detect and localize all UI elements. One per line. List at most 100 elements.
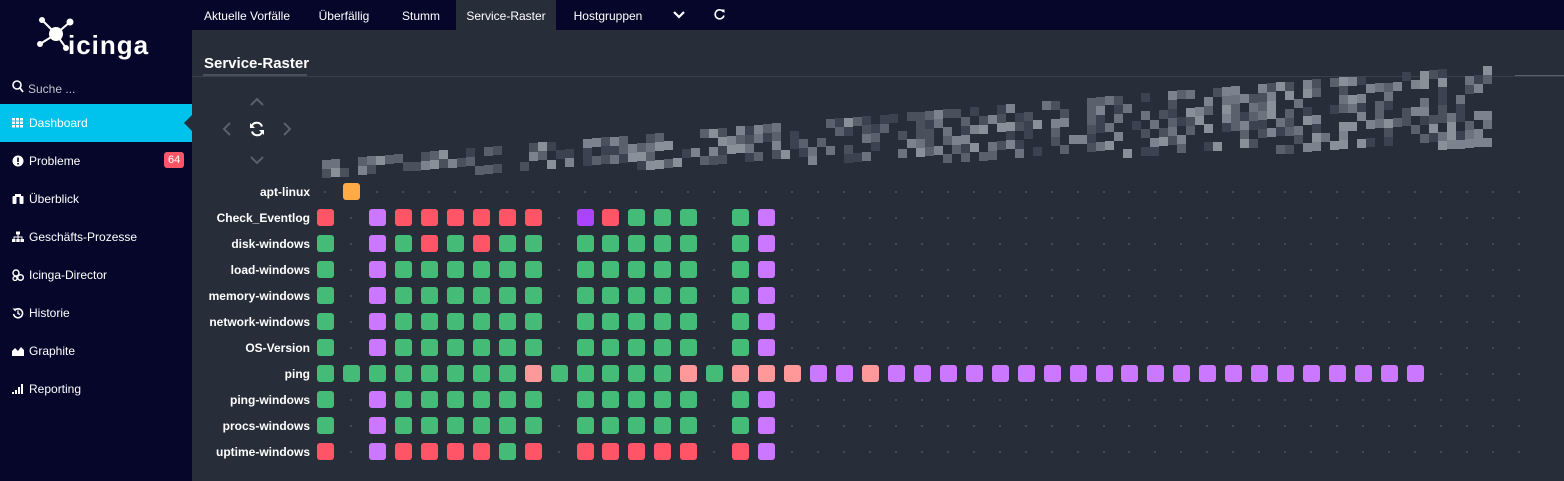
service-state-cell[interactable] [369, 339, 386, 356]
service-state-cell[interactable] [395, 417, 412, 434]
service-state-cell[interactable] [317, 443, 334, 460]
service-state-cell[interactable] [914, 365, 931, 382]
service-state-cell[interactable] [654, 443, 671, 460]
service-state-cell[interactable] [758, 209, 775, 226]
chevron-down-icon[interactable] [672, 10, 686, 20]
service-state-cell[interactable] [369, 209, 386, 226]
service-row-label[interactable]: disk-windows [160, 237, 310, 251]
service-state-cell[interactable] [395, 339, 412, 356]
sidebar-item-problems[interactable]: Probleme 64 [0, 142, 192, 180]
service-state-cell[interactable] [421, 417, 438, 434]
service-state-cell[interactable] [1355, 365, 1372, 382]
service-state-cell[interactable] [628, 209, 645, 226]
service-state-cell[interactable] [395, 365, 412, 382]
service-state-cell[interactable] [447, 443, 464, 460]
service-state-cell[interactable] [732, 339, 749, 356]
tab-current-incidents[interactable]: Aktuelle Vorfälle [192, 0, 302, 30]
service-state-cell[interactable] [602, 443, 619, 460]
service-state-cell[interactable] [1303, 365, 1320, 382]
service-state-cell[interactable] [577, 443, 594, 460]
tab-service-grid[interactable]: Service-Raster [456, 0, 556, 30]
service-state-cell[interactable] [421, 235, 438, 252]
service-state-cell[interactable] [369, 261, 386, 278]
service-state-cell[interactable] [654, 287, 671, 304]
service-state-cell[interactable] [577, 365, 594, 382]
service-state-cell[interactable] [369, 417, 386, 434]
service-state-cell[interactable] [499, 235, 516, 252]
service-state-cell[interactable] [395, 235, 412, 252]
service-state-cell[interactable] [369, 391, 386, 408]
service-state-cell[interactable] [732, 287, 749, 304]
service-state-cell[interactable] [680, 365, 697, 382]
service-state-cell[interactable] [317, 313, 334, 330]
service-state-cell[interactable] [421, 287, 438, 304]
service-state-cell[interactable] [577, 339, 594, 356]
service-state-cell[interactable] [317, 261, 334, 278]
service-state-cell[interactable] [654, 391, 671, 408]
service-state-cell[interactable] [732, 391, 749, 408]
service-state-cell[interactable] [395, 443, 412, 460]
service-state-cell[interactable] [317, 391, 334, 408]
service-state-cell[interactable] [317, 209, 334, 226]
service-state-cell[interactable] [628, 287, 645, 304]
service-state-cell[interactable] [577, 391, 594, 408]
service-state-cell[interactable] [602, 209, 619, 226]
service-state-cell[interactable] [369, 313, 386, 330]
tab-hostgroups[interactable]: Hostgruppen [556, 0, 660, 30]
service-state-cell[interactable] [680, 235, 697, 252]
service-state-cell[interactable] [473, 313, 490, 330]
service-state-cell[interactable] [369, 443, 386, 460]
service-state-cell[interactable] [1225, 365, 1242, 382]
service-state-cell[interactable] [577, 313, 594, 330]
service-row-label[interactable]: ping [160, 367, 310, 381]
service-state-cell[interactable] [654, 365, 671, 382]
service-state-cell[interactable] [447, 417, 464, 434]
service-state-cell[interactable] [447, 261, 464, 278]
service-state-cell[interactable] [395, 209, 412, 226]
service-state-cell[interactable] [317, 339, 334, 356]
service-state-cell[interactable] [525, 235, 542, 252]
service-state-cell[interactable] [1251, 365, 1268, 382]
service-state-cell[interactable] [473, 391, 490, 408]
chevron-left-icon[interactable] [222, 121, 232, 137]
search-box[interactable] [0, 78, 192, 100]
service-state-cell[interactable] [317, 235, 334, 252]
refresh-icon[interactable] [713, 8, 726, 21]
service-state-cell[interactable] [628, 339, 645, 356]
service-state-cell[interactable] [421, 391, 438, 408]
service-state-cell[interactable] [940, 365, 957, 382]
service-state-cell[interactable] [758, 261, 775, 278]
service-state-cell[interactable] [577, 417, 594, 434]
service-state-cell[interactable] [317, 417, 334, 434]
service-state-cell[interactable] [369, 287, 386, 304]
service-state-cell[interactable] [525, 417, 542, 434]
service-row-label[interactable]: memory-windows [160, 289, 310, 303]
sidebar-item-dashboard[interactable]: Dashboard [0, 104, 192, 142]
service-state-cell[interactable] [628, 261, 645, 278]
service-state-cell[interactable] [758, 365, 775, 382]
service-row-label[interactable]: apt-linux [160, 185, 310, 199]
service-state-cell[interactable] [473, 339, 490, 356]
tab-overdue[interactable]: Überfällig [302, 0, 386, 30]
service-state-cell[interactable] [654, 313, 671, 330]
service-state-cell[interactable] [499, 209, 516, 226]
service-row-label[interactable]: procs-windows [160, 419, 310, 433]
service-state-cell[interactable] [499, 339, 516, 356]
service-state-cell[interactable] [421, 209, 438, 226]
service-state-cell[interactable] [680, 261, 697, 278]
service-state-cell[interactable] [732, 313, 749, 330]
service-state-cell[interactable] [421, 365, 438, 382]
service-state-cell[interactable] [395, 391, 412, 408]
chevron-up-icon[interactable] [249, 97, 265, 107]
service-state-cell[interactable] [732, 261, 749, 278]
service-state-cell[interactable] [654, 235, 671, 252]
service-state-cell[interactable] [499, 313, 516, 330]
service-state-cell[interactable] [577, 261, 594, 278]
service-state-cell[interactable] [369, 365, 386, 382]
service-state-cell[interactable] [395, 261, 412, 278]
service-state-cell[interactable] [447, 391, 464, 408]
service-state-cell[interactable] [499, 365, 516, 382]
service-state-cell[interactable] [992, 365, 1009, 382]
service-row-label[interactable]: Check_Eventlog [160, 211, 310, 225]
service-state-cell[interactable] [447, 313, 464, 330]
